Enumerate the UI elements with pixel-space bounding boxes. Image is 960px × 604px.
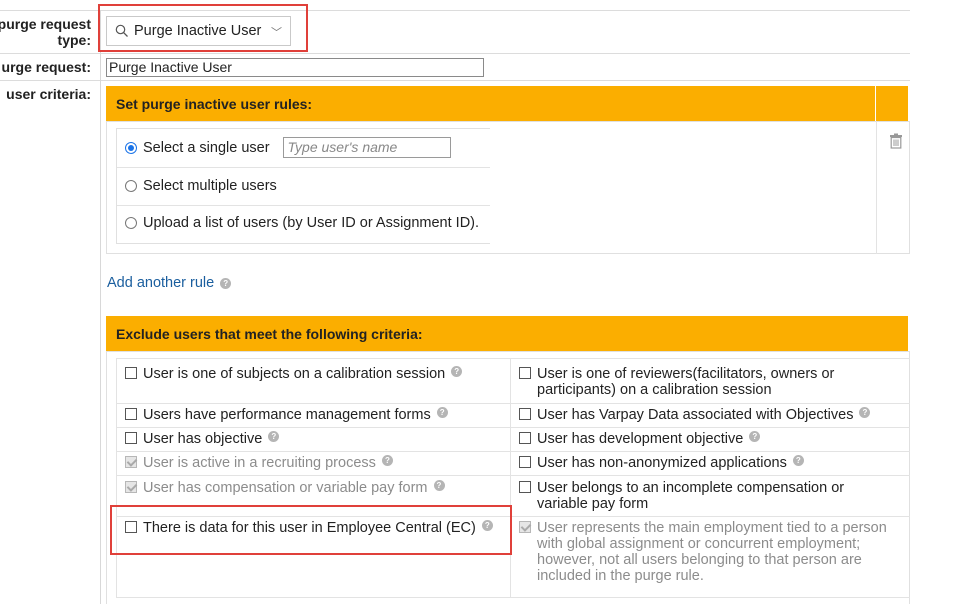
label-column-divider bbox=[100, 10, 101, 604]
criteria-compensation: User has compensation or variable pay fo… bbox=[125, 480, 505, 496]
row-border bbox=[0, 80, 910, 81]
criteria-incomplete-compensation[interactable]: User belongs to an incomplete compensati… bbox=[519, 480, 879, 512]
checkbox-disabled-checked bbox=[125, 481, 137, 493]
help-icon[interactable]: ? bbox=[268, 431, 280, 442]
exclude-row-divider bbox=[116, 427, 910, 428]
option-divider bbox=[117, 167, 490, 168]
option-multiple-users-label: Select multiple users bbox=[143, 178, 277, 194]
checkbox[interactable] bbox=[519, 408, 531, 420]
help-icon[interactable]: ? bbox=[859, 407, 871, 418]
exclude-row-divider bbox=[116, 451, 910, 452]
checkbox-disabled-checked bbox=[125, 456, 137, 468]
option-multiple-users[interactable]: Select multiple users bbox=[125, 178, 277, 194]
purge-request-name-input[interactable]: Purge Inactive User bbox=[106, 58, 484, 77]
add-another-rule-link[interactable]: Add another rule? bbox=[107, 275, 232, 291]
checkbox[interactable] bbox=[519, 432, 531, 444]
rules-header-extra bbox=[876, 86, 908, 121]
exclude-row-divider bbox=[116, 403, 910, 404]
exclude-grid-top bbox=[116, 358, 910, 359]
option-upload-list-label: Upload a list of users (by User ID or As… bbox=[143, 215, 480, 231]
option-single-user[interactable]: Select a single user Type user's name bbox=[125, 137, 451, 158]
single-user-radio[interactable] bbox=[125, 141, 137, 154]
criteria-non-anonymized[interactable]: User has non-anonymized applications? bbox=[519, 455, 899, 471]
purge-request-label: urge request: bbox=[1, 59, 91, 75]
criteria-recruiting: User is active in a recruiting process? bbox=[125, 455, 505, 471]
highlight-employee-central bbox=[110, 505, 512, 555]
user-criteria-label: user criteria: bbox=[6, 86, 91, 102]
highlight-purge-type bbox=[98, 4, 308, 52]
trash-icon[interactable] bbox=[889, 133, 903, 149]
criteria-objective[interactable]: User has objective? bbox=[125, 431, 505, 447]
help-icon[interactable]: ? bbox=[436, 407, 448, 418]
purge-type-label: purge request type: bbox=[0, 16, 91, 48]
checkbox[interactable] bbox=[125, 432, 137, 444]
criteria-calibration-subject[interactable]: User is one of subjects on a calibration… bbox=[125, 366, 505, 382]
help-icon[interactable]: ? bbox=[451, 366, 463, 377]
help-icon[interactable]: ? bbox=[792, 455, 804, 466]
checkbox[interactable] bbox=[519, 481, 531, 493]
rules-panel-divider bbox=[876, 121, 877, 254]
option-upload-list[interactable]: Upload a list of users (by User ID or As… bbox=[125, 215, 479, 231]
checkbox-disabled-checked bbox=[519, 521, 531, 533]
criteria-development-objective[interactable]: User has development objective? bbox=[519, 431, 899, 447]
row-border bbox=[0, 53, 910, 54]
checkbox[interactable] bbox=[125, 408, 137, 420]
exclude-column-divider bbox=[510, 358, 511, 598]
multiple-users-radio[interactable] bbox=[125, 180, 137, 192]
help-icon[interactable]: ? bbox=[220, 277, 232, 289]
rules-header: Set purge inactive user rules: bbox=[106, 86, 875, 121]
criteria-main-employment: User represents the main employment tied… bbox=[519, 520, 904, 584]
checkbox[interactable] bbox=[519, 367, 531, 379]
option-divider bbox=[117, 205, 490, 206]
help-icon[interactable]: ? bbox=[381, 455, 393, 466]
help-icon[interactable]: ? bbox=[749, 431, 761, 442]
user-name-input[interactable]: Type user's name bbox=[282, 137, 451, 158]
upload-list-radio[interactable] bbox=[125, 217, 137, 229]
exclude-header: Exclude users that meet the following cr… bbox=[106, 316, 908, 351]
option-single-user-label: Select a single user bbox=[143, 139, 270, 156]
help-icon[interactable]: ? bbox=[433, 480, 445, 491]
checkbox[interactable] bbox=[125, 367, 137, 379]
exclude-inner-left bbox=[116, 358, 117, 598]
criteria-performance-forms[interactable]: Users have performance management forms? bbox=[125, 407, 505, 423]
checkbox[interactable] bbox=[519, 456, 531, 468]
exclude-row-divider bbox=[116, 475, 910, 476]
criteria-calibration-reviewer[interactable]: User is one of reviewers(facilitators, o… bbox=[519, 366, 899, 398]
criteria-varpay-objectives[interactable]: User has Varpay Data associated with Obj… bbox=[519, 407, 899, 423]
exclude-grid-bottom bbox=[116, 597, 910, 598]
